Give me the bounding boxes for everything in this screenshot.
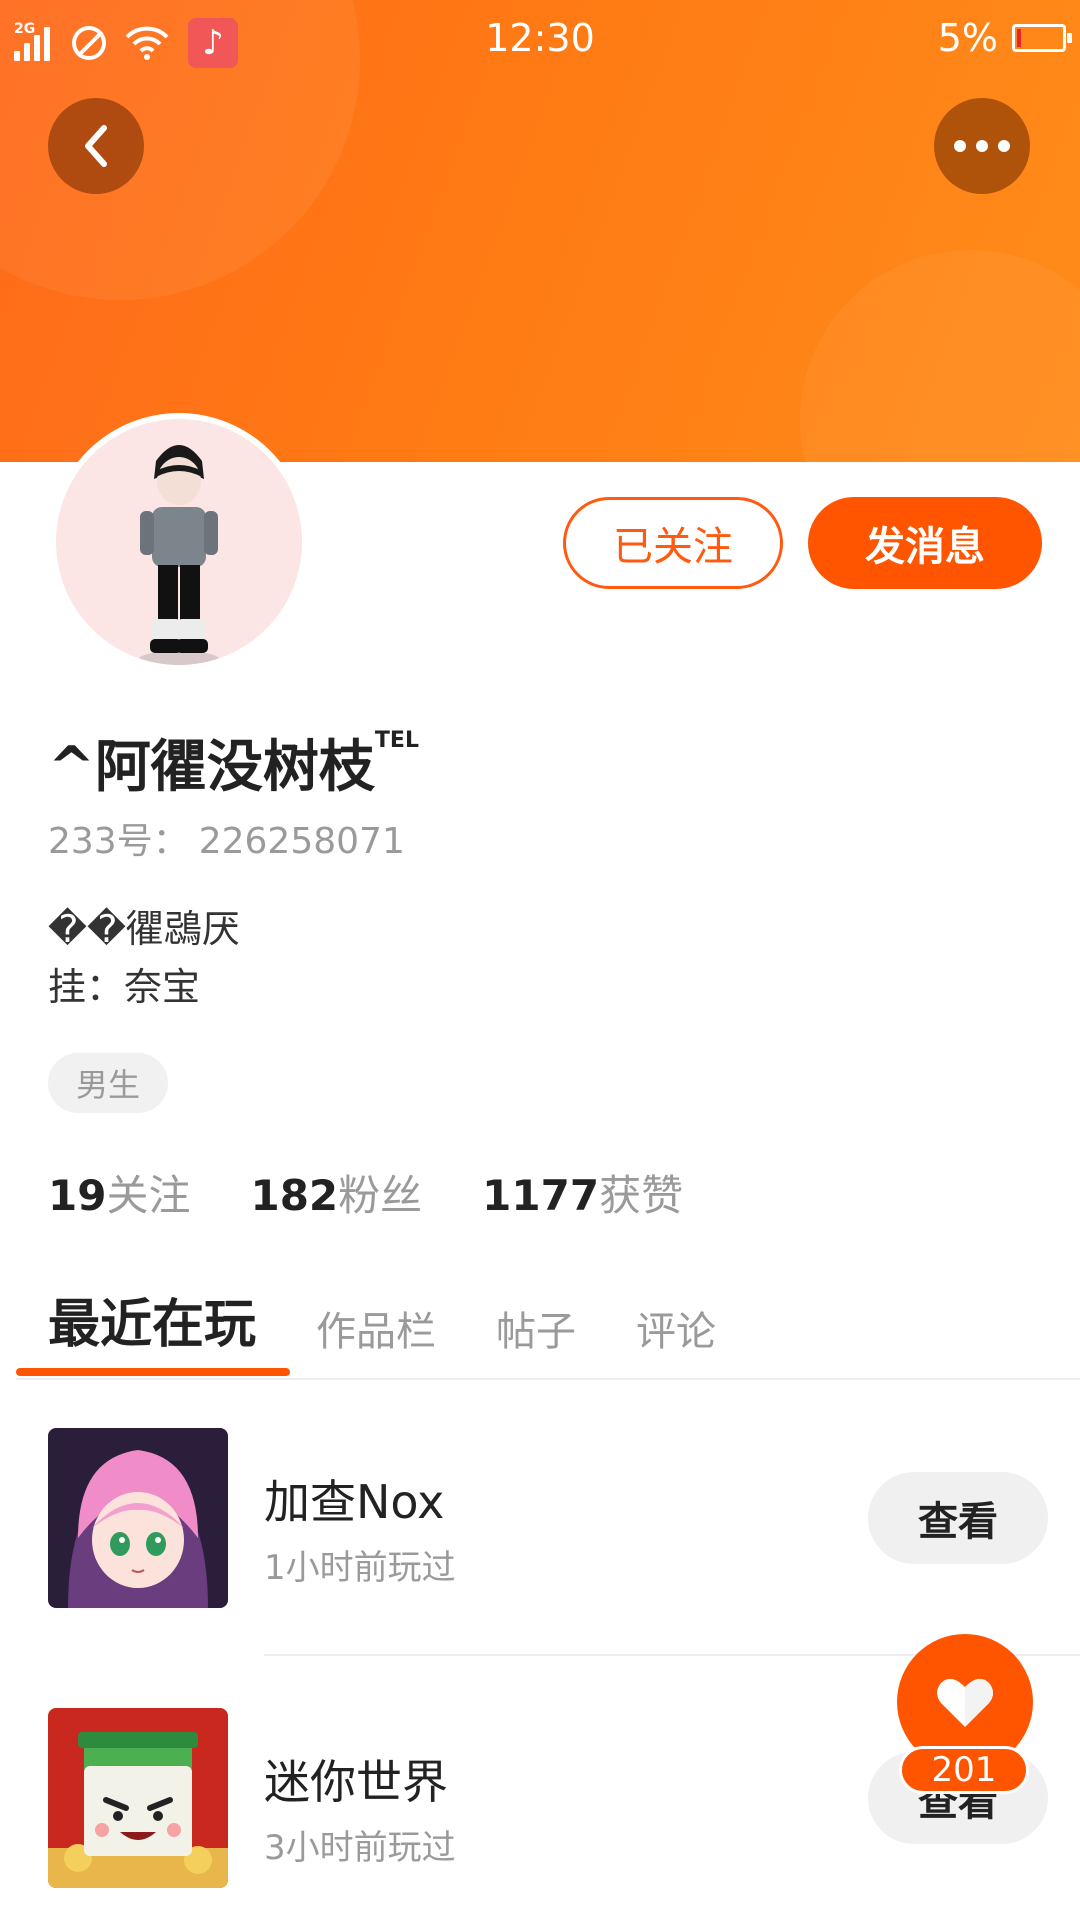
game-last-played: 1小时前玩过 [264,1548,456,1588]
more-options-button[interactable] [934,98,1030,194]
profile-name-suffix: TEL [374,728,419,753]
back-button[interactable] [48,98,144,194]
battery-percent: 5% [937,16,998,60]
list-item[interactable]: 加查Nox 1小时前玩过 查看 [48,1428,1048,1608]
status-bar: 2G ♪ 12:30 5% [0,0,1080,80]
stat-label: 粉丝 [338,1171,423,1220]
tab-posts[interactable]: 帖子 [496,1299,576,1357]
game-title: 加查Nox [264,1475,445,1529]
game-icon-mini-world [48,1708,228,1888]
stat-followers[interactable]: 182粉丝 [250,1162,422,1223]
send-message-button[interactable]: 发消息 [808,497,1042,589]
gender-tag: 男生 [48,1053,168,1113]
bio-line: 挂：奈宝 [48,965,201,1009]
chevron-left-icon [85,125,107,167]
like-count-badge: 201 [899,1746,1029,1794]
game-title: 迷你世界 [264,1755,448,1809]
more-dots-icon [954,140,1010,152]
profile-name-text: ^阿忂没树枝 [48,735,375,800]
profile-name: ^阿忂没树枝TEL [48,722,419,803]
view-game-button[interactable]: 查看 [868,1472,1048,1564]
bio-line: ��忂鵋厌 [48,907,240,951]
battery-icon [1012,24,1072,52]
avatar-character-image [139,445,219,665]
stat-likes[interactable]: 1177获赞 [482,1162,683,1223]
tab-divider [16,1378,1080,1380]
profile-bio: ��忂鵋厌 挂：奈宝 [48,900,240,1016]
avatar[interactable] [50,413,308,671]
tab-recently-played[interactable]: 最近在玩 [48,1282,256,1357]
stat-following[interactable]: 19关注 [48,1162,190,1223]
game-icon-gacha-nox [48,1428,228,1608]
user-id: 233号： 226258071 [48,812,405,864]
stat-value: 19 [48,1171,107,1220]
tab-works[interactable]: 作品栏 [316,1299,436,1357]
heart-icon [937,1678,993,1727]
clock: 12:30 [485,16,595,60]
profile-tabs: 最近在玩 作品栏 帖子 评论 [48,1282,716,1357]
followed-button[interactable]: 已关注 [563,497,783,589]
user-id-value: 226258071 [198,821,405,862]
game-last-played: 3小时前玩过 [264,1828,456,1868]
tab-comments[interactable]: 评论 [636,1299,716,1357]
stat-value: 182 [250,1171,339,1220]
active-tab-indicator [16,1368,290,1376]
stat-label: 获赞 [599,1171,684,1220]
stat-label: 关注 [106,1171,191,1220]
stat-value: 1177 [482,1171,600,1220]
list-item[interactable]: 迷你世界 3小时前玩过 查看 [48,1708,1048,1888]
user-id-label: 233号： [48,821,189,862]
profile-stats: 19关注 182粉丝 1177获赞 [48,1162,683,1223]
